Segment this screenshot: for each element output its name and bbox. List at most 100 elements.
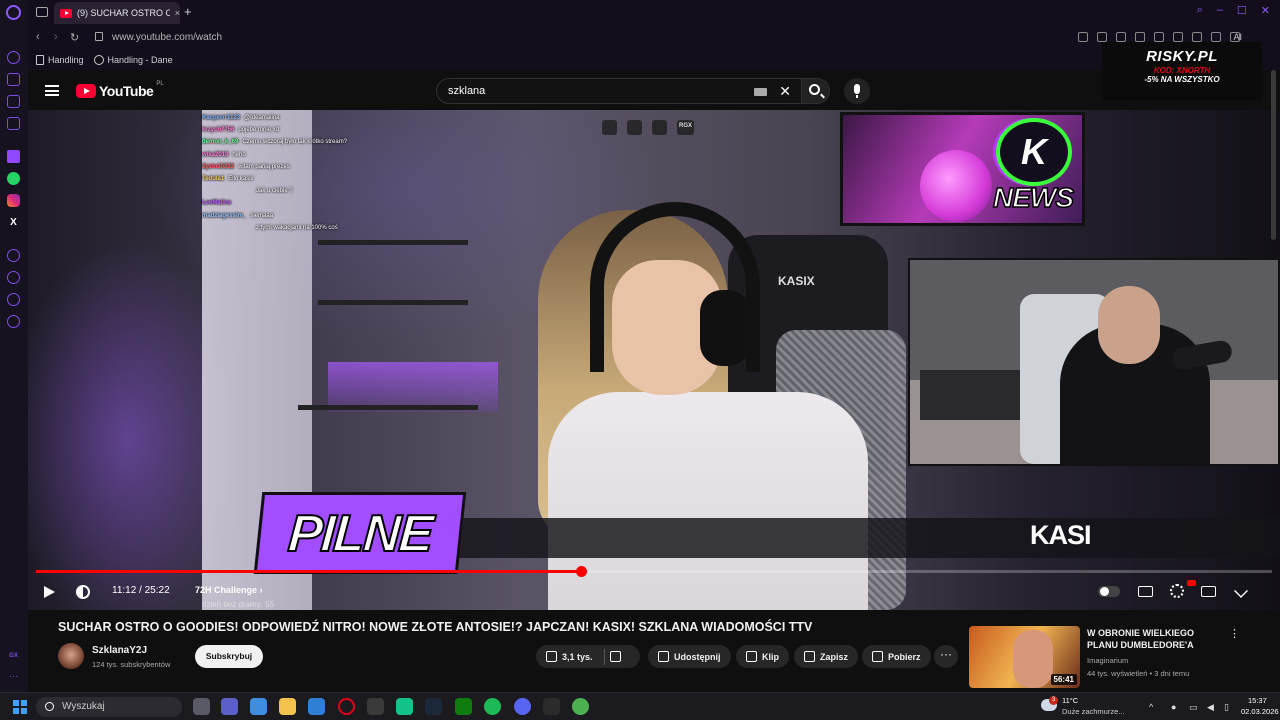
steam-icon[interactable] bbox=[425, 698, 442, 715]
bookmark-handling-dane[interactable]: Handling - Dane bbox=[93, 55, 173, 65]
channel-name[interactable]: SzklanaY2J bbox=[92, 645, 147, 656]
youtube-logo[interactable]: YouTube PL bbox=[76, 81, 164, 99]
instagram-icon[interactable] bbox=[7, 194, 20, 207]
related-video-title[interactable]: W OBRONIE WIELKIEGO PLANU DUMBLEDORE'A bbox=[1087, 627, 1227, 651]
related-channel[interactable]: Imaginarium bbox=[1087, 656, 1128, 665]
spotify-icon[interactable] bbox=[484, 698, 501, 715]
discord-icon[interactable] bbox=[514, 698, 531, 715]
volume-tray-icon[interactable]: ◀ bbox=[1207, 702, 1214, 713]
clear-search-button[interactable]: ✕ bbox=[779, 83, 791, 100]
autoplay-toggle[interactable] bbox=[1098, 586, 1120, 597]
search-button[interactable] bbox=[802, 78, 830, 104]
tab-close-button[interactable]: × bbox=[175, 8, 180, 18]
volume-icon[interactable] bbox=[76, 585, 90, 599]
reload-icon[interactable]: ↻ bbox=[70, 31, 79, 44]
sidebar-more-icon[interactable]: ··· bbox=[7, 670, 20, 683]
teams-icon[interactable] bbox=[221, 698, 238, 715]
save-button[interactable]: Zapisz bbox=[794, 645, 859, 668]
minimize-button[interactable]: – bbox=[1217, 4, 1223, 17]
gx-icon[interactable]: GX bbox=[7, 649, 20, 662]
page-scrollbar[interactable] bbox=[1271, 70, 1276, 240]
rgx-button[interactable]: RGX bbox=[677, 120, 695, 135]
risky-ad-banner[interactable]: RISKY.PL KOD: XNORTH -5% NA WSZYSTKO bbox=[1102, 42, 1262, 100]
download-button[interactable]: Pobierz bbox=[862, 645, 931, 668]
messenger-icon[interactable] bbox=[7, 95, 20, 108]
related-video-thumbnail[interactable]: 56:41 bbox=[969, 626, 1080, 688]
skip-icon[interactable] bbox=[652, 120, 667, 135]
xbox-icon[interactable] bbox=[455, 698, 472, 715]
settings-gear-icon[interactable] bbox=[1170, 584, 1184, 598]
bookmarks-icon[interactable] bbox=[7, 249, 20, 262]
opera-logo-icon[interactable] bbox=[6, 5, 21, 20]
snapshot-icon[interactable] bbox=[1097, 32, 1107, 42]
app-green-icon[interactable] bbox=[396, 698, 413, 715]
x-twitter-icon[interactable]: X bbox=[7, 216, 20, 229]
like-button[interactable]: 3,1 tys. bbox=[546, 651, 593, 662]
opera-gx-icon[interactable] bbox=[338, 698, 355, 715]
ai-button[interactable]: AI bbox=[1233, 32, 1242, 42]
new-tab-button[interactable]: + bbox=[184, 4, 192, 19]
windows-start-icon[interactable] bbox=[13, 700, 27, 714]
file-explorer-icon[interactable] bbox=[279, 698, 296, 715]
maximize-button[interactable]: ☐ bbox=[1237, 4, 1247, 17]
close-window-button[interactable]: ✕ bbox=[1261, 4, 1270, 17]
settings-icon[interactable] bbox=[7, 315, 20, 328]
tabs-icon[interactable] bbox=[1173, 32, 1183, 42]
whatsapp-icon[interactable] bbox=[7, 172, 20, 185]
menu-icon[interactable] bbox=[45, 85, 59, 96]
pin-icon[interactable] bbox=[1078, 32, 1088, 42]
battery-icon[interactable]: ▯ bbox=[1224, 702, 1229, 713]
tray-chevron-icon[interactable]: ^ bbox=[1149, 702, 1153, 712]
bookmark-handling[interactable]: Handling bbox=[36, 55, 84, 65]
vpn-icon[interactable] bbox=[1135, 32, 1145, 42]
outlook-icon[interactable] bbox=[308, 698, 325, 715]
microsoft-store-icon[interactable] bbox=[250, 698, 267, 715]
url-field[interactable]: www.youtube.com/watch bbox=[112, 32, 222, 43]
share-button[interactable]: Udostępnij bbox=[648, 645, 731, 668]
back-icon[interactable]: ‹ bbox=[36, 31, 40, 43]
chat-text: pojebe mnie xd bbox=[238, 127, 280, 134]
history-icon[interactable] bbox=[7, 271, 20, 284]
aria-icon[interactable] bbox=[7, 51, 20, 64]
app-icon[interactable] bbox=[543, 698, 560, 715]
chat-message: Zyzio10232 witam panią prezes bbox=[202, 163, 392, 175]
copy-link-icon[interactable] bbox=[602, 120, 617, 135]
microphone-icon bbox=[854, 84, 860, 98]
extensions-icon[interactable] bbox=[7, 293, 20, 306]
download-icon[interactable] bbox=[1211, 32, 1221, 42]
voice-search-button[interactable] bbox=[844, 78, 870, 104]
subscribe-button[interactable]: Subskrybuj bbox=[195, 645, 263, 668]
heart-icon[interactable] bbox=[1154, 32, 1164, 42]
share-icon[interactable] bbox=[627, 120, 642, 135]
search-input[interactable]: szklana ✕ bbox=[436, 78, 802, 104]
extensions-puzzle-icon[interactable] bbox=[1192, 32, 1202, 42]
chapter-button[interactable]: 72H Challenge › bbox=[195, 585, 263, 595]
thumbs-down-icon[interactable] bbox=[609, 651, 621, 662]
taskbar-search[interactable]: Wyszukaj bbox=[36, 697, 182, 717]
player-icon[interactable] bbox=[7, 117, 20, 130]
theater-mode-icon[interactable] bbox=[1201, 586, 1216, 597]
related-menu-icon[interactable]: ⋮ bbox=[1229, 627, 1240, 640]
clip-button[interactable]: Klip bbox=[736, 645, 789, 668]
video-player[interactable]: K NEWS KASIX Kacperrr1123 @Ideamalina krzy… bbox=[28, 110, 1280, 610]
search-tabs-icon[interactable]: ⌕ bbox=[1197, 4, 1203, 17]
progress-bar[interactable] bbox=[36, 566, 1272, 577]
fullscreen-icon[interactable] bbox=[1234, 584, 1248, 598]
workspaces-icon[interactable] bbox=[7, 73, 20, 86]
app-icon[interactable] bbox=[572, 698, 589, 715]
tab-youtube[interactable]: (9) SUCHAR OSTRO O GOODIES! ODPOWIEDŹ NI… bbox=[54, 2, 180, 24]
play-icon[interactable] bbox=[44, 586, 55, 598]
channel-avatar[interactable] bbox=[58, 643, 84, 669]
app-icon[interactable] bbox=[367, 698, 384, 715]
twitch-icon[interactable] bbox=[7, 150, 20, 163]
network-icon[interactable]: ▭ bbox=[1189, 702, 1198, 713]
more-actions-button[interactable]: ··· bbox=[934, 645, 958, 668]
scrubber-handle[interactable] bbox=[576, 566, 588, 577]
subtitles-icon[interactable] bbox=[1138, 586, 1153, 597]
forward-icon[interactable]: › bbox=[54, 31, 58, 43]
tab-menu-icon[interactable] bbox=[36, 7, 48, 17]
keyboard-icon[interactable] bbox=[754, 88, 767, 96]
task-view-icon[interactable] bbox=[193, 698, 210, 715]
mic-tray-icon[interactable]: ● bbox=[1171, 702, 1176, 712]
wallet-icon[interactable] bbox=[1116, 32, 1126, 42]
